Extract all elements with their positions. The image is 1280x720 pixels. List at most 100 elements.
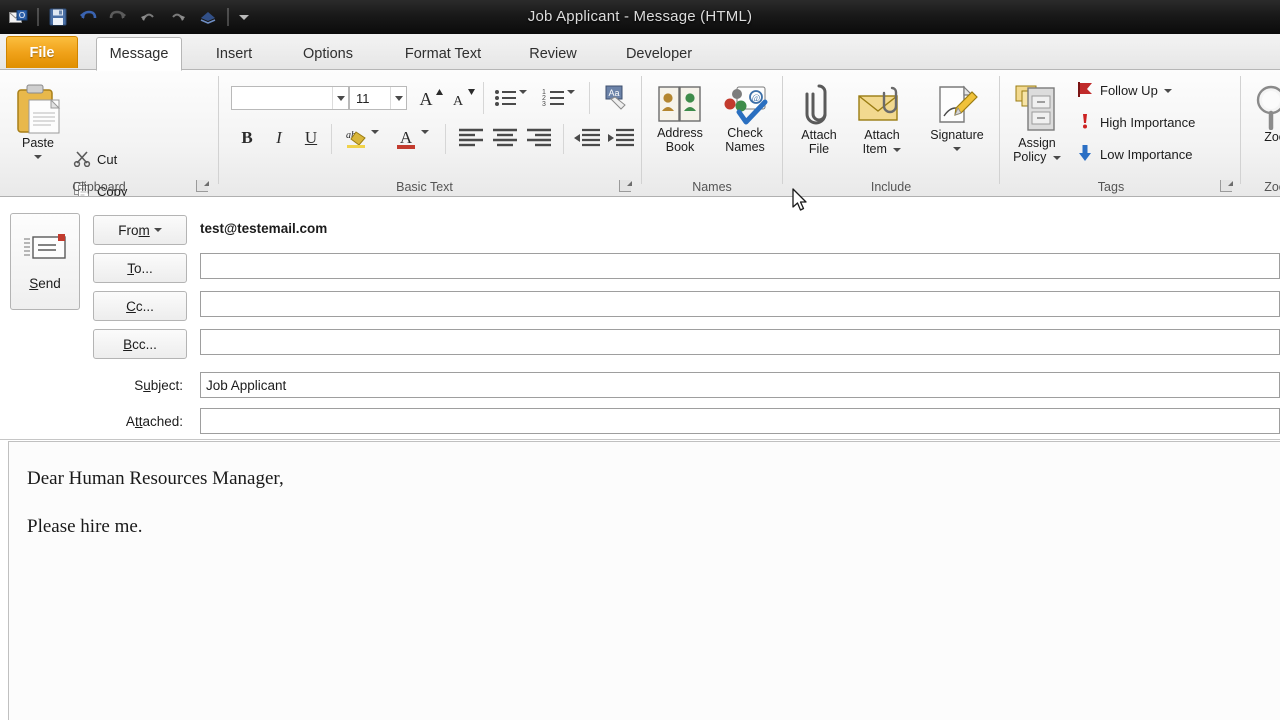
tab-insert[interactable]: Insert [196, 38, 272, 70]
font-size-chevron-down-icon[interactable] [390, 87, 406, 109]
basic-text-separator-5 [563, 124, 564, 154]
paste-button[interactable]: Paste [8, 78, 68, 159]
body-line-1: Dear Human Resources Manager, [27, 468, 284, 489]
cc-input[interactable] [200, 291, 1280, 317]
align-left-button[interactable] [455, 124, 487, 152]
underline-button[interactable]: U [297, 124, 325, 152]
numbering-chevron-down-icon[interactable] [567, 90, 575, 94]
to-label: To... [127, 260, 153, 276]
paste-label: Paste [22, 136, 54, 150]
attach-item-label-line1: Attach [864, 128, 900, 142]
assign-policy-button[interactable]: Assign Policy [1006, 78, 1068, 164]
font-size-combobox[interactable]: 11 [349, 86, 407, 110]
check-names-icon: @ [721, 80, 769, 126]
ribbon-group-clipboard: Paste Cut Copy Clipboard [0, 70, 218, 196]
bullets-button[interactable] [491, 84, 521, 112]
to-button[interactable]: To... [93, 253, 187, 283]
cut-button[interactable]: Cut [73, 149, 117, 170]
basic-text-separator-4 [445, 124, 446, 154]
tab-options[interactable]: Options [282, 38, 374, 70]
message-body-editor[interactable]: Dear Human Resources Manager, Please hir… [8, 441, 1280, 720]
bcc-button[interactable]: Bcc... [93, 329, 187, 359]
ribbon: Paste Cut Copy Clipboard 11 A A 1 2 3 Aa… [0, 70, 1280, 197]
send-envelope-icon [22, 233, 68, 270]
signature-chevron-down-icon[interactable] [953, 147, 961, 151]
signature-label: Signature [930, 128, 984, 142]
outlook-message-window: O Job Applicant - Message (HTML) File Me… [0, 0, 1280, 720]
attach-file-button[interactable]: Attach File [787, 80, 851, 156]
ribbon-group-names: Address Book @ Check Names Names [642, 70, 782, 196]
assign-policy-label-line2-text: Policy [1013, 150, 1047, 164]
tab-review[interactable]: Review [510, 38, 596, 70]
basic-text-group-label: Basic Text [396, 180, 453, 194]
assign-policy-icon [1012, 78, 1062, 136]
align-right-button[interactable] [523, 124, 555, 152]
assign-policy-chevron-down-icon[interactable] [1052, 155, 1061, 160]
font-name-chevron-down-icon[interactable] [332, 87, 348, 109]
bcc-input[interactable] [200, 329, 1280, 355]
to-input[interactable] [200, 253, 1280, 279]
attach-item-chevron-down-icon[interactable] [893, 147, 902, 152]
clear-formatting-button[interactable]: Aa [601, 82, 633, 114]
names-group-label: Names [692, 180, 732, 194]
svg-text:Aa: Aa [608, 88, 619, 98]
follow-up-label: Follow Up [1100, 83, 1158, 98]
basic-text-dialog-launcher[interactable] [619, 180, 632, 192]
low-importance-button[interactable]: Low Importance [1076, 144, 1193, 165]
cc-button[interactable]: Cc... [93, 291, 187, 321]
bullets-chevron-down-icon[interactable] [519, 90, 527, 94]
tab-developer[interactable]: Developer [602, 38, 716, 70]
attached-input[interactable] [200, 408, 1280, 434]
clipboard-dialog-launcher[interactable] [196, 180, 209, 192]
svg-text:A: A [400, 128, 413, 147]
from-button[interactable]: From [93, 215, 187, 245]
decrease-indent-button[interactable] [571, 124, 603, 152]
numbering-button[interactable]: 123 [539, 84, 569, 112]
subject-input[interactable]: Job Applicant [200, 372, 1280, 398]
bold-button[interactable]: B [233, 124, 261, 152]
svg-text:A: A [420, 89, 433, 109]
signature-icon [934, 80, 980, 128]
magnifier-icon [1253, 80, 1280, 130]
zoom-button[interactable]: Zoo [1247, 80, 1280, 144]
from-label: From [118, 222, 150, 238]
italic-button[interactable]: I [265, 124, 293, 152]
shrink-font-button[interactable]: A [447, 84, 477, 112]
address-book-label-line2: Book [665, 140, 695, 154]
send-button[interactable]: Send [10, 213, 80, 310]
address-book-label-line1: Address [657, 126, 703, 140]
message-header-pane: Send From test@testemail.com To... Cc...… [0, 197, 1280, 440]
cut-label: Cut [97, 152, 118, 167]
tab-message[interactable]: Message [96, 37, 182, 71]
follow-up-chevron-down-icon[interactable] [1163, 88, 1172, 93]
signature-button[interactable]: Signature [919, 80, 995, 151]
tab-format-text[interactable]: Format Text [382, 38, 504, 70]
check-names-label-line2: Names [725, 140, 765, 154]
exclamation-icon [1076, 112, 1094, 133]
font-color-chevron-down-icon[interactable] [421, 130, 429, 134]
grow-font-button[interactable]: A [415, 84, 445, 112]
from-chevron-down-icon[interactable] [153, 228, 162, 232]
check-names-label-line1: Check [727, 126, 763, 140]
tags-dialog-launcher[interactable] [1220, 180, 1233, 192]
tab-file[interactable]: File [6, 36, 78, 68]
high-importance-button[interactable]: High Importance [1076, 112, 1195, 133]
text-highlight-chevron-down-icon[interactable] [371, 130, 379, 134]
include-group-label: Include [870, 180, 912, 194]
font-name-combobox[interactable] [231, 86, 349, 110]
attached-field-label: Attached: [125, 413, 183, 429]
svg-text:3: 3 [542, 101, 546, 108]
svg-text:A: A [453, 94, 464, 109]
increase-indent-button[interactable] [605, 124, 637, 152]
attach-file-label-line1: Attach [801, 128, 837, 142]
attach-item-button[interactable]: Attach Item [849, 80, 915, 156]
check-names-button[interactable]: @ Check Names [714, 80, 776, 154]
paste-icon [13, 78, 63, 136]
address-book-button[interactable]: Address Book [648, 80, 712, 154]
text-highlight-color-button[interactable]: ab [341, 124, 371, 152]
font-color-button[interactable]: A [391, 124, 421, 152]
paste-chevron-down-icon[interactable] [34, 155, 42, 159]
follow-up-button[interactable]: Follow Up [1076, 80, 1172, 101]
scissors-icon [73, 149, 91, 170]
align-center-button[interactable] [489, 124, 521, 152]
